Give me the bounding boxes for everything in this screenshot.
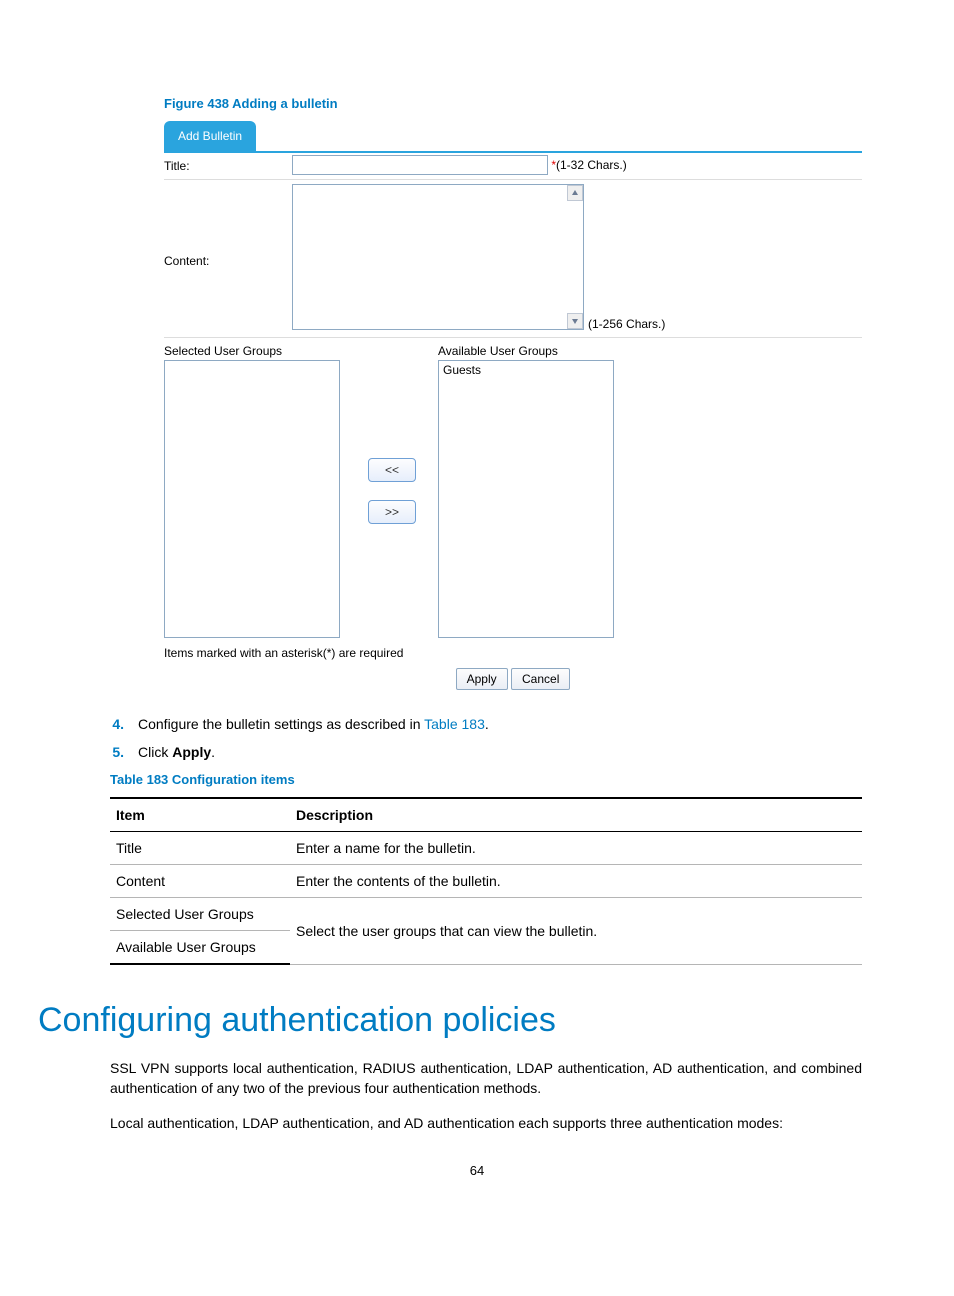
title-input[interactable] <box>292 155 548 175</box>
cell-item: Content <box>110 865 290 898</box>
move-right-button[interactable]: >> <box>368 500 416 524</box>
content-field-wrap <box>292 184 584 333</box>
steps-list: 4. Configure the bulletin settings as de… <box>110 716 862 760</box>
step-body: Configure the bulletin settings as descr… <box>138 716 862 732</box>
title-field-wrap: *(1-32 Chars.) <box>292 155 627 175</box>
cell-item: Available User Groups <box>110 931 290 965</box>
cell-item: Selected User Groups <box>110 898 290 931</box>
selected-groups-label: Selected User Groups <box>164 344 346 358</box>
step-text: Click <box>138 744 172 760</box>
list-item[interactable]: Guests <box>441 363 611 377</box>
paragraph: Local authentication, LDAP authenticatio… <box>110 1113 862 1133</box>
title-label: Title: <box>164 155 292 173</box>
table-header-description: Description <box>290 798 862 832</box>
content-textarea[interactable] <box>292 184 584 330</box>
cell-desc: Enter a name for the bulletin. <box>290 832 862 865</box>
step-number: 5. <box>110 744 138 760</box>
content-hint: (1-256 Chars.) <box>588 317 665 331</box>
table-183-link[interactable]: Table 183 <box>424 716 485 732</box>
step-text: . <box>485 716 489 732</box>
available-groups-column: Available User Groups Guests <box>438 344 620 638</box>
content-label: Content: <box>164 250 292 268</box>
move-buttons-column: << >> <box>346 344 438 638</box>
step-4: 4. Configure the bulletin settings as de… <box>110 716 862 732</box>
add-bulletin-form: Add Bulletin Title: *(1-32 Chars.) Conte… <box>164 119 862 694</box>
step-text: Configure the bulletin settings as descr… <box>138 716 424 732</box>
cell-desc: Select the user groups that can view the… <box>290 898 862 965</box>
required-note: Items marked with an asterisk(*) are req… <box>164 642 862 666</box>
title-hint: (1-32 Chars.) <box>556 158 627 172</box>
button-bar: Apply Cancel <box>164 666 862 694</box>
table-caption: Table 183 Configuration items <box>110 772 862 787</box>
figure-caption: Figure 438 Adding a bulletin <box>164 96 862 111</box>
cell-desc: Enter the contents of the bulletin. <box>290 865 862 898</box>
step-number: 4. <box>110 716 138 732</box>
section-heading: Configuring authentication policies <box>38 1001 862 1040</box>
cell-item: Title <box>110 832 290 865</box>
table-row: Content Enter the contents of the bullet… <box>110 865 862 898</box>
row-title: Title: *(1-32 Chars.) <box>164 151 862 180</box>
selected-groups-listbox[interactable] <box>164 360 340 638</box>
available-groups-listbox[interactable]: Guests <box>438 360 614 638</box>
apply-button[interactable]: Apply <box>456 668 508 690</box>
selected-groups-column: Selected User Groups <box>164 344 346 638</box>
tab-row: Add Bulletin <box>164 119 862 151</box>
row-content: Content: (1-256 Chars.) <box>164 180 862 338</box>
available-groups-label: Available User Groups <box>438 344 620 358</box>
tab-add-bulletin[interactable]: Add Bulletin <box>164 121 256 151</box>
step-5: 5. Click Apply. <box>110 744 862 760</box>
page-number: 64 <box>92 1163 862 1178</box>
tab-underline <box>164 151 862 153</box>
apply-bold: Apply <box>172 744 211 760</box>
paragraph: SSL VPN supports local authentication, R… <box>110 1058 862 1099</box>
table-row: Selected User Groups Select the user gro… <box>110 898 862 931</box>
step-body: Click Apply. <box>138 744 862 760</box>
table-header-item: Item <box>110 798 290 832</box>
cancel-button[interactable]: Cancel <box>511 668 570 690</box>
move-left-button[interactable]: << <box>368 458 416 482</box>
config-items-table: Item Description Title Enter a name for … <box>110 797 862 965</box>
step-text: . <box>211 744 215 760</box>
row-groups: Selected User Groups << >> Available Use… <box>164 338 862 642</box>
table-row: Title Enter a name for the bulletin. <box>110 832 862 865</box>
